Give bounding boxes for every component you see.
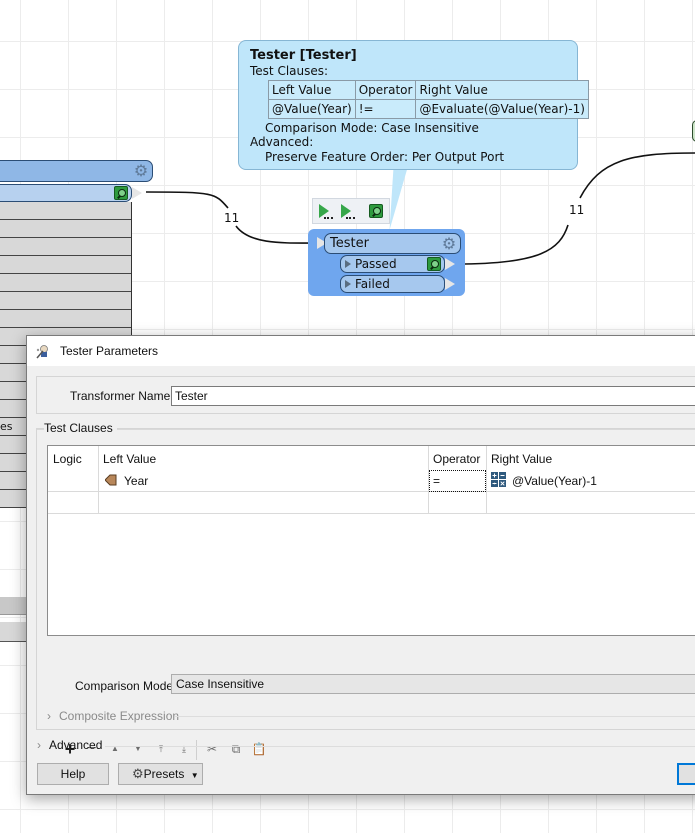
cut-button[interactable]: ✂	[203, 740, 221, 758]
right-value-cell[interactable]: @Value(Year)-1	[512, 474, 597, 488]
feature-inspector-icon[interactable]	[369, 204, 383, 218]
tooltip-table-header: Left Value Operator Right Value	[268, 79, 589, 100]
attribute-label-partial: es	[0, 420, 13, 433]
output-port-arrow-icon[interactable]	[444, 277, 456, 291]
left-value-cell[interactable]: Year	[124, 474, 148, 488]
tooltip-advanced-label: Advanced:	[250, 135, 314, 149]
move-to-top-button[interactable]: ⤒	[152, 740, 170, 758]
tester-transformer[interactable]: Tester ⚙ Passed Failed	[308, 229, 465, 296]
presets-label: Presets	[143, 767, 185, 781]
operator-cell[interactable]: =	[429, 470, 486, 492]
tester-header[interactable]: Tester ⚙	[324, 233, 461, 254]
column-divider	[98, 446, 99, 514]
tester-parameters-dialog: Tester Parameters Transformer Name: Test…	[26, 335, 695, 795]
tooltip-table-row: @Value(Year) != @Evaluate(@Value(Year)-1…	[268, 98, 589, 119]
tooltip-comparison-mode: Comparison Mode: Case Insensitive	[265, 120, 479, 135]
transformer-tooltip: Tester [Tester] Test Clauses: Left Value…	[238, 40, 589, 170]
output-port-passed[interactable]: Passed	[340, 255, 456, 273]
move-down-button[interactable]: ▼	[129, 740, 147, 758]
chevron-right-icon: ›	[47, 709, 51, 723]
output-port-arrow-icon[interactable]	[131, 186, 143, 200]
attribute-row	[0, 292, 131, 310]
lower-node-band	[0, 597, 26, 615]
presets-gear-icon: ⚙	[132, 766, 144, 781]
lower-node-band	[0, 622, 26, 642]
attribute-row	[0, 274, 131, 292]
feature-inspector-icon[interactable]	[114, 186, 128, 200]
group-divider	[37, 429, 695, 430]
column-header-logic[interactable]: Logic	[48, 446, 87, 472]
attribute-row	[0, 238, 131, 256]
attribute-row	[0, 202, 131, 220]
gear-icon[interactable]: ⚙	[133, 163, 149, 179]
wizard-icon	[36, 345, 48, 359]
column-header-right-value[interactable]: Right Value	[486, 446, 557, 472]
expander-divider	[175, 716, 695, 717]
arithmetic-editor-icon[interactable]	[491, 472, 506, 487]
tooltip-clause-table: Left Value Operator Right Value @Value(Y…	[268, 79, 589, 119]
tooltip-header-cell: Left Value	[268, 79, 356, 100]
toolbar-separator	[196, 740, 197, 760]
presets-button[interactable]: ⚙Presets ▼	[118, 763, 203, 785]
transformer-name-input[interactable]: Tester	[171, 386, 695, 406]
attribute-icon	[105, 474, 117, 486]
composite-expression-label: Composite Expression	[59, 709, 180, 723]
port-label: Passed	[355, 257, 397, 271]
tooltip-cell: @Evaluate(@Value(Year)-1)	[415, 98, 589, 119]
tooltip-test-clauses-label: Test Clauses:	[250, 64, 329, 78]
help-button[interactable]: Help	[37, 763, 109, 785]
paste-button[interactable]: 📋	[250, 740, 268, 758]
link-feature-count: 11	[568, 203, 586, 217]
advanced-label: Advanced	[49, 738, 103, 752]
feature-inspector-icon[interactable]	[427, 257, 441, 271]
expander-divider	[105, 746, 695, 747]
output-port-arrow-icon[interactable]	[444, 257, 456, 271]
column-divider	[486, 446, 487, 514]
advanced-expander[interactable]: › Advanced	[37, 738, 102, 752]
upstream-output-port[interactable]	[0, 184, 143, 202]
transformer-name-label: Transformer Name:	[70, 389, 174, 403]
port-play-icon	[345, 260, 351, 268]
transformer-name-panel: Transformer Name: Tester	[36, 376, 695, 414]
column-header-operator[interactable]: Operator	[428, 446, 485, 472]
tooltip-preserve-order: Preserve Feature Order: Per Output Port	[265, 149, 505, 164]
gear-icon[interactable]: ⚙	[441, 236, 457, 252]
attribute-row	[0, 256, 131, 274]
port-label: Failed	[355, 277, 390, 291]
column-header-left-value[interactable]: Left Value	[98, 446, 161, 472]
row-divider	[48, 491, 695, 492]
tooltip-cell: @Value(Year)	[268, 98, 356, 119]
comparison-mode-label: Comparison Mode:	[75, 679, 177, 693]
tooltip-title: Tester [Tester]	[250, 48, 357, 63]
run-to-this-icon[interactable]	[317, 203, 335, 221]
link-feature-count: 11	[223, 211, 241, 225]
composite-expression-expander[interactable]: › Composite Expression	[47, 709, 179, 723]
row-divider	[48, 513, 695, 514]
move-to-bottom-button[interactable]: ⤓	[175, 740, 193, 758]
attribute-row	[0, 310, 131, 328]
port-play-icon	[345, 280, 351, 288]
transformer-name: Tester	[330, 236, 369, 251]
test-clauses-table[interactable]: Logic Left Value Operator Right Value Ye…	[47, 445, 695, 636]
comparison-mode-select[interactable]: Case Insensitive	[171, 674, 695, 694]
copy-button[interactable]: ⧉	[227, 740, 245, 758]
node-quick-toolbar	[312, 198, 390, 224]
upstream-transformer-header[interactable]: ⚙	[0, 160, 153, 182]
output-port-failed[interactable]: Failed	[340, 275, 456, 293]
tooltip-header-cell: Right Value	[415, 79, 589, 100]
tooltip-header-cell: Operator	[354, 79, 417, 100]
dialog-title: Tester Parameters	[60, 344, 159, 358]
attribute-row	[0, 220, 131, 238]
run-from-this-icon[interactable]	[339, 203, 357, 221]
chevron-down-icon: ▼	[190, 771, 199, 780]
tooltip-cell: !=	[354, 98, 417, 119]
move-up-button[interactable]: ▲	[106, 740, 124, 758]
ok-button[interactable]	[677, 763, 695, 785]
chevron-right-icon: ›	[37, 738, 41, 752]
dialog-titlebar[interactable]: Tester Parameters	[27, 336, 695, 366]
test-clauses-title: Test Clauses	[44, 421, 117, 435]
